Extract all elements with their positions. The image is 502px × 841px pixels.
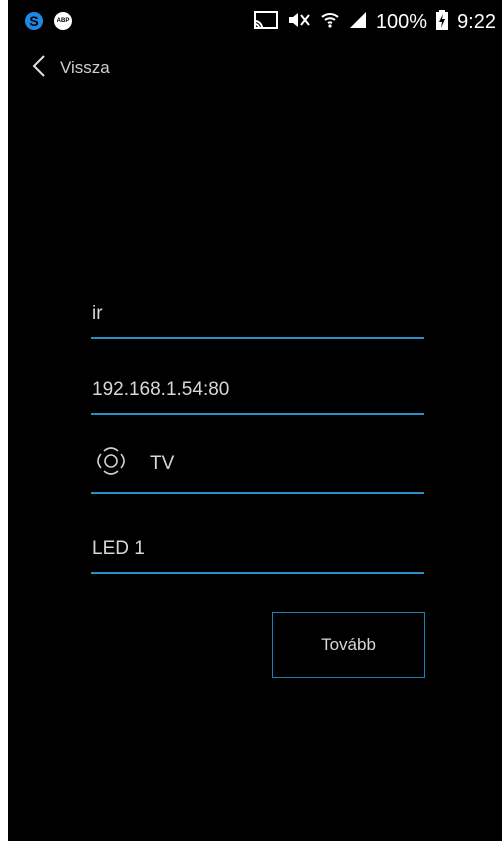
back-label: Vissza [60, 58, 110, 77]
chevron-left-icon [32, 54, 46, 82]
status-bar-right: 100% 9:22 [253, 10, 496, 35]
signal-icon [349, 11, 367, 34]
address-field-value: 192.168.1.54:80 [92, 379, 230, 400]
back-button[interactable]: Vissza [32, 52, 110, 84]
clock: 9:22 [457, 11, 496, 33]
device-type-field[interactable]: TV [91, 447, 424, 494]
led-field[interactable]: LED 1 [91, 528, 424, 574]
abp-icon: ABP [54, 12, 72, 30]
remote-dpad-icon [94, 444, 128, 484]
battery-icon [436, 10, 449, 35]
wifi-icon [320, 10, 340, 35]
status-bar: S ABP 100% 9:22 [8, 0, 502, 46]
led-field-value: LED 1 [92, 538, 145, 559]
device-type-value: TV [150, 453, 175, 474]
device-type-content: TV [94, 444, 174, 484]
mute-icon [287, 11, 311, 34]
battery-percent: 100% [375, 11, 428, 33]
address-field[interactable]: 192.168.1.54:80 [91, 369, 424, 415]
app-screen: S ABP 100% 9:22 Vissza ir 192.168.1.54:8… [8, 0, 502, 841]
name-field-value: ir [92, 303, 103, 324]
name-field[interactable]: ir [91, 293, 424, 339]
next-button[interactable]: Tovább [272, 612, 425, 678]
s-app-icon: S [25, 12, 43, 30]
cast-icon [253, 11, 278, 34]
